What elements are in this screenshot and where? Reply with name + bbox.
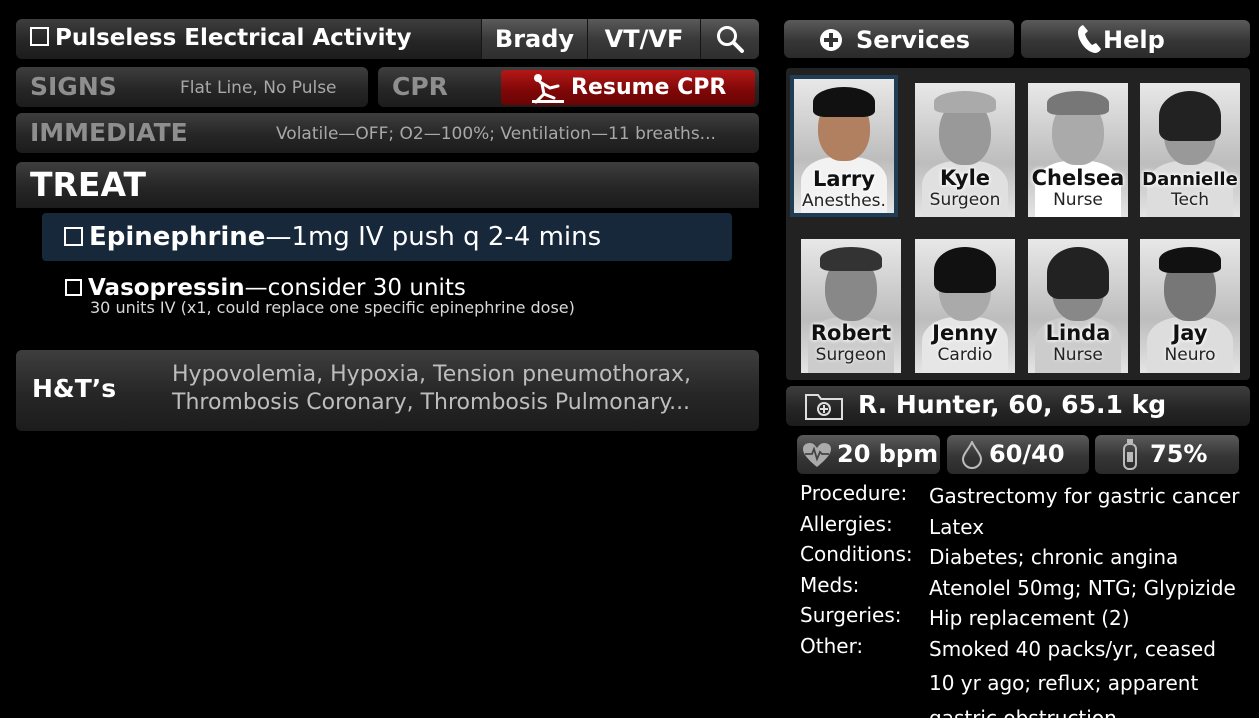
resume-cpr-label: Resume CPR — [571, 75, 727, 100]
staff-card[interactable]: Robert Surgeon — [801, 239, 901, 373]
blood-pressure-vital[interactable]: 60/40 — [947, 435, 1089, 474]
heart-pulse-icon — [803, 443, 831, 467]
algorithm-header: Pulseless Electrical Activity Brady VT/V… — [16, 19, 759, 59]
heart-rate-vital[interactable]: 20 bpm — [797, 435, 940, 474]
search-button[interactable] — [700, 19, 759, 59]
staff-name: Jenny — [932, 321, 998, 345]
treat-label: TREAT — [30, 165, 146, 204]
history-label: Surgeries: — [800, 603, 902, 627]
staff-role: Surgeon — [815, 345, 887, 365]
history-value: Atenolel 50mg; NTG; Glypizide — [929, 575, 1236, 600]
blood-drop-icon — [961, 441, 983, 469]
avatar-hair — [813, 87, 875, 117]
phone-icon — [1078, 25, 1101, 53]
resume-cpr-button[interactable]: Resume CPR — [501, 70, 755, 105]
ht-row[interactable]: H&T’s Hypovolemia, Hypoxia, Tension pneu… — [16, 350, 759, 431]
signs-value: Flat Line, No Pulse — [180, 78, 337, 98]
help-label: Help — [1103, 26, 1165, 54]
tab-vt-vf[interactable]: VT/VF — [587, 19, 700, 59]
staff-name: Linda — [1045, 321, 1111, 345]
avatar-hair — [1159, 247, 1221, 273]
history-label: Allergies: — [800, 511, 893, 536]
treatment-item-epinephrine[interactable]: Epinephrine—1mg IV push q 2-4 mins — [42, 213, 732, 261]
staff-name: Jay — [1172, 321, 1208, 345]
oxygen-tank-icon — [1123, 439, 1137, 470]
cpr-row: CPR Resume CPR — [378, 67, 759, 107]
algorithm-title[interactable]: Pulseless Electrical Activity — [30, 25, 412, 51]
heart-rate-value: 20 bpm — [837, 440, 939, 468]
treat-header: TREAT — [16, 162, 759, 208]
avatar-hair — [1159, 91, 1221, 141]
history-value: Latex — [929, 514, 985, 539]
algorithm-title-text: Pulseless Electrical Activity — [55, 25, 412, 51]
avatar-hair — [934, 91, 996, 113]
history-value-group: Smoked 40 packs/yr, ceased 10 yr ago; re… — [929, 634, 1216, 718]
cpr-person-icon — [532, 74, 564, 104]
treatment-item-vasopressin[interactable]: Vasopressin—consider 30 units 30 units I… — [65, 275, 575, 317]
staff-grid: Larry Anesthes. Kyle Surgeon Chelsea Nur… — [786, 68, 1250, 380]
history-value-line: 10 yr ago; reflux; apparent — [929, 671, 1199, 695]
history-label: Procedure: — [800, 481, 908, 505]
avatar-hair — [1047, 247, 1109, 299]
avatar-hair — [934, 247, 996, 293]
staff-role: Nurse — [1053, 190, 1103, 210]
staff-role: Surgeon — [929, 190, 1001, 210]
epinephrine-detail: —1mg IV push q 2-4 mins — [265, 222, 602, 252]
history-label: Conditions: — [800, 542, 913, 566]
staff-name: Kyle — [939, 166, 991, 190]
staff-card[interactable]: Chelsea Nurse — [1028, 83, 1128, 217]
staff-name: Robert — [810, 321, 892, 345]
history-value: Diabetes; chronic angina — [929, 545, 1179, 569]
cpr-label: CPR — [392, 72, 448, 101]
immediate-row[interactable]: IMMEDIATE Volatile—OFF; O2—100%; Ventila… — [16, 113, 759, 153]
signs-label: SIGNS — [30, 72, 117, 101]
medical-cross-icon — [820, 29, 842, 51]
history-label: Other: — [800, 633, 864, 658]
epinephrine-name: Epinephrine — [89, 222, 266, 252]
staff-card[interactable]: Dannielle Tech — [1140, 83, 1240, 217]
staff-role: Cardio — [937, 345, 993, 365]
staff-role: Neuro — [1164, 345, 1216, 365]
staff-role: Anesthes. — [802, 191, 886, 211]
staff-card[interactable]: Larry Anesthes. — [790, 75, 898, 217]
immediate-label: IMMEDIATE — [30, 118, 188, 147]
avatar-hair — [820, 247, 882, 271]
oxygen-vital[interactable]: 75% — [1095, 435, 1239, 474]
history-value-line: Smoked 40 packs/yr, ceased — [929, 636, 1216, 661]
oxygen-value: 75% — [1150, 440, 1208, 468]
tab-brady[interactable]: Brady — [481, 19, 587, 59]
staff-name: Larry — [813, 167, 875, 191]
staff-card[interactable]: Linda Nurse — [1028, 239, 1128, 373]
services-label: Services — [856, 26, 971, 54]
avatar-hair — [1047, 91, 1109, 115]
folder-medical-icon — [805, 394, 843, 420]
search-icon — [717, 26, 744, 53]
blood-pressure-value: 60/40 — [989, 440, 1065, 468]
staff-card[interactable]: Jay Neuro — [1140, 239, 1240, 373]
help-button[interactable]: Help — [1021, 20, 1250, 58]
checkbox-icon[interactable] — [64, 227, 83, 246]
services-button[interactable]: Services — [784, 20, 1014, 58]
history-label: Meds: — [800, 572, 860, 597]
patient-summary: R. Hunter, 60, 65.1 kg — [858, 390, 1167, 419]
staff-card[interactable]: Kyle Surgeon — [915, 83, 1015, 217]
immediate-value: Volatile—OFF; O2—100%; Ventilation—11 br… — [276, 124, 716, 144]
staff-card[interactable]: Jenny Cardio — [915, 239, 1015, 373]
history-value: Hip replacement (2) — [929, 606, 1130, 630]
checkbox-icon[interactable] — [30, 27, 49, 46]
vasopressin-subtext: 30 units IV (x1, could replace one speci… — [90, 298, 575, 317]
staff-name: Chelsea — [1031, 166, 1125, 190]
signs-row[interactable]: SIGNS Flat Line, No Pulse — [16, 67, 368, 107]
history-value-line: gastric obstruction — [929, 705, 1117, 718]
ht-label: H&T’s — [32, 374, 117, 403]
staff-role: Nurse — [1053, 345, 1103, 365]
ht-line: Thrombosis Coronary, Thrombosis Pulmonar… — [172, 390, 691, 415]
staff-role: Tech — [1170, 190, 1210, 210]
ht-line: Hypovolemia, Hypoxia, Tension pneumothor… — [172, 362, 692, 387]
history-value: Gastrectomy for gastric cancer — [929, 484, 1240, 508]
staff-name: Dannielle — [1142, 169, 1238, 190]
checkbox-icon[interactable] — [65, 279, 82, 296]
patient-header[interactable]: R. Hunter, 60, 65.1 kg — [786, 386, 1250, 426]
